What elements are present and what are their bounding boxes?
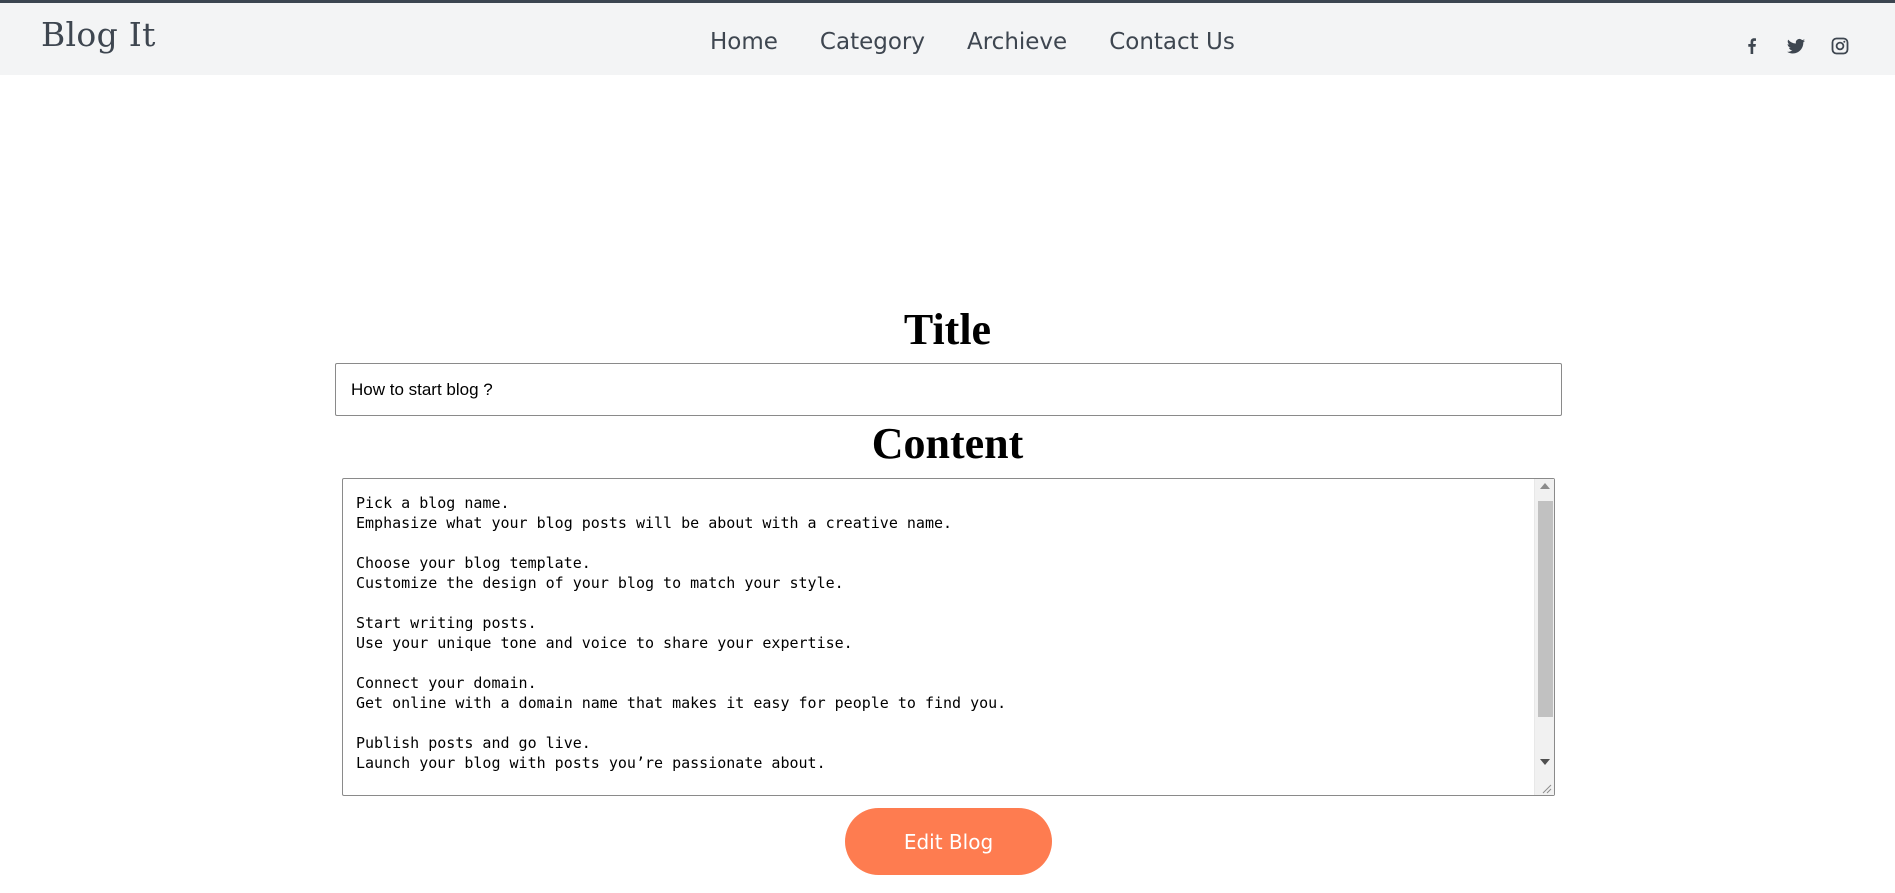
content-text[interactable]: Pick a blog name. Emphasize what your bl…: [356, 493, 1526, 773]
top-navbar: Blog It Home Category Archieve Contact U…: [0, 0, 1895, 75]
instagram-icon[interactable]: [1830, 36, 1850, 56]
scroll-down-arrow-icon[interactable]: [1540, 759, 1550, 765]
social-links: [1742, 36, 1850, 56]
content-textarea[interactable]: Pick a blog name. Emphasize what your bl…: [342, 478, 1555, 796]
main-nav: Home Category Archieve Contact Us: [710, 29, 1235, 55]
scroll-up-arrow-icon[interactable]: [1540, 483, 1550, 489]
title-input[interactable]: [335, 363, 1562, 416]
nav-category-link[interactable]: Category: [820, 29, 925, 55]
facebook-icon[interactable]: [1742, 36, 1762, 56]
scrollbar-thumb[interactable]: [1538, 501, 1553, 717]
nav-archieve-link[interactable]: Archieve: [967, 29, 1067, 55]
nav-home-link[interactable]: Home: [710, 29, 778, 55]
brand-logo[interactable]: Blog It: [41, 15, 156, 54]
content-heading: Content: [871, 419, 1024, 468]
vertical-scrollbar[interactable]: [1534, 479, 1554, 795]
edit-blog-button[interactable]: Edit Blog: [845, 808, 1052, 875]
twitter-icon[interactable]: [1786, 36, 1806, 56]
resize-grip-icon[interactable]: [1540, 781, 1552, 794]
nav-contact-link[interactable]: Contact Us: [1109, 29, 1235, 55]
title-heading: Title: [903, 305, 992, 354]
